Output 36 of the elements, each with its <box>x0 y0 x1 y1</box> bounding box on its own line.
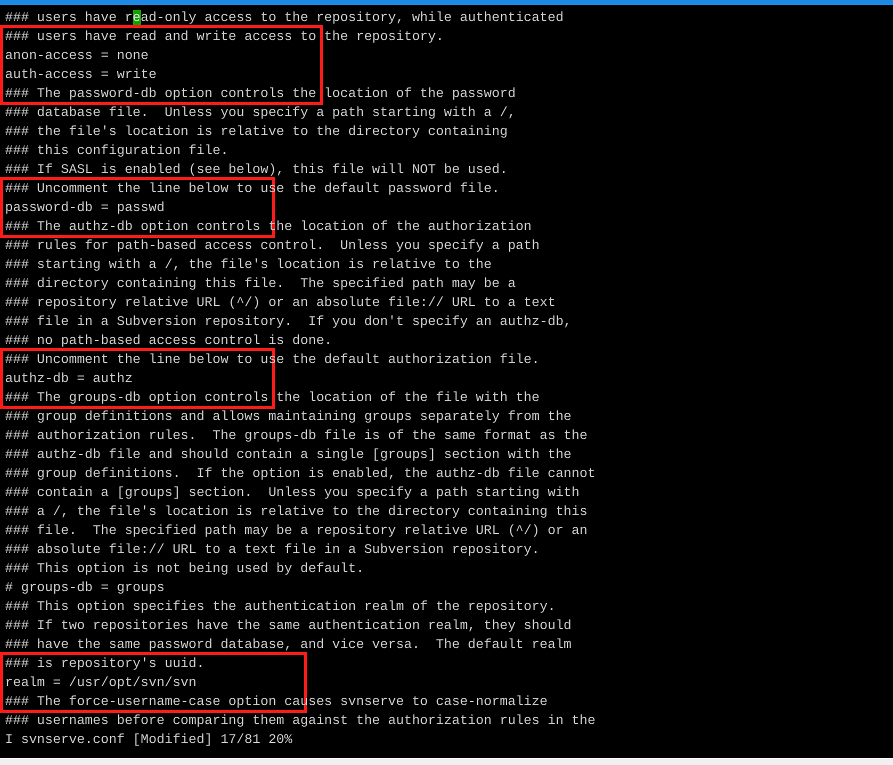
code-line: ### This option specifies the authentication realm of the repository. <box>5 598 557 616</box>
code-line: ### the file's location is relative to the directory containing <box>5 123 509 141</box>
code-line: ### repository relative URL (^/) or an absolute file:// URL to a text <box>5 294 557 312</box>
code-line: ### The groups-db option controls the location of the file with the <box>5 389 541 407</box>
code-line: ### The password-db option controls the location of the password <box>5 85 517 103</box>
code-line: # groups-db = groups <box>5 579 166 597</box>
code-line: ### If two repositories have the same authentication realm, they should <box>5 617 573 635</box>
code-line: ### file in a Subversion repository. If you don't specify an authz-db, <box>5 313 573 331</box>
code-line: ### absolute file:// URL to a text file in a Subversion repository. <box>5 541 541 559</box>
code-line: ### is repository's uuid. <box>5 655 206 673</box>
code-line: ### users have read-only access to the repository, while authenticated <box>5 9 565 27</box>
code-line: authz-db = authz <box>5 370 134 388</box>
text-cursor: e <box>132 10 141 25</box>
code-line: ### users have read and write access to the repository. <box>5 28 445 46</box>
code-line: ### usernames before comparing them against the authorization rules in the <box>5 712 596 730</box>
code-line: ### rules for path-based access control. Unless you specify a path <box>5 237 541 255</box>
code-line: ### directory containing this file. The specified path may be a <box>5 275 517 293</box>
code-line: ### starting with a /, the file's location is relative to the <box>5 256 493 274</box>
code-line: ### a /, the file's location is relative to the directory containing this <box>5 503 588 521</box>
code-line: ### database file. Unless you specify a path starting with a /, <box>5 104 517 122</box>
code-line: realm = /usr/opt/svn/svn <box>5 674 198 692</box>
code-line: ### no path-based access control is done. <box>5 332 334 350</box>
code-line: ### If SASL is enabled (see below), this file will NOT be used. <box>5 161 509 179</box>
code-line: ### have the same password database, and vice versa. The default realm <box>5 636 573 654</box>
status-text: I svnserve.conf [Modified] 17/81 20% <box>5 731 294 749</box>
code-line: anon-access = none <box>5 47 150 65</box>
code-line: auth-access = write <box>5 66 158 84</box>
code-line: password-db = passwd <box>5 199 166 217</box>
code-line: ### contain a [groups] section. Unless you specify a path starting with <box>5 484 581 502</box>
code-line: ### this configuration file. <box>5 142 230 160</box>
code-line: ### authorization rules. The groups-db file is of the same format as the <box>5 427 588 445</box>
code-line: ### authz-db file and should contain a single [groups] section with the <box>5 446 573 464</box>
code-line: ### This option is not being used by default. <box>5 560 366 578</box>
code-line: ### group definitions and allows maintaining groups separately from the <box>5 408 573 426</box>
code-line: ### group definitions. If the option is enabled, the authz-db file cannot <box>5 465 596 483</box>
code-line: ### file. The specified path may be a repository relative URL (^/) or an <box>5 522 588 540</box>
